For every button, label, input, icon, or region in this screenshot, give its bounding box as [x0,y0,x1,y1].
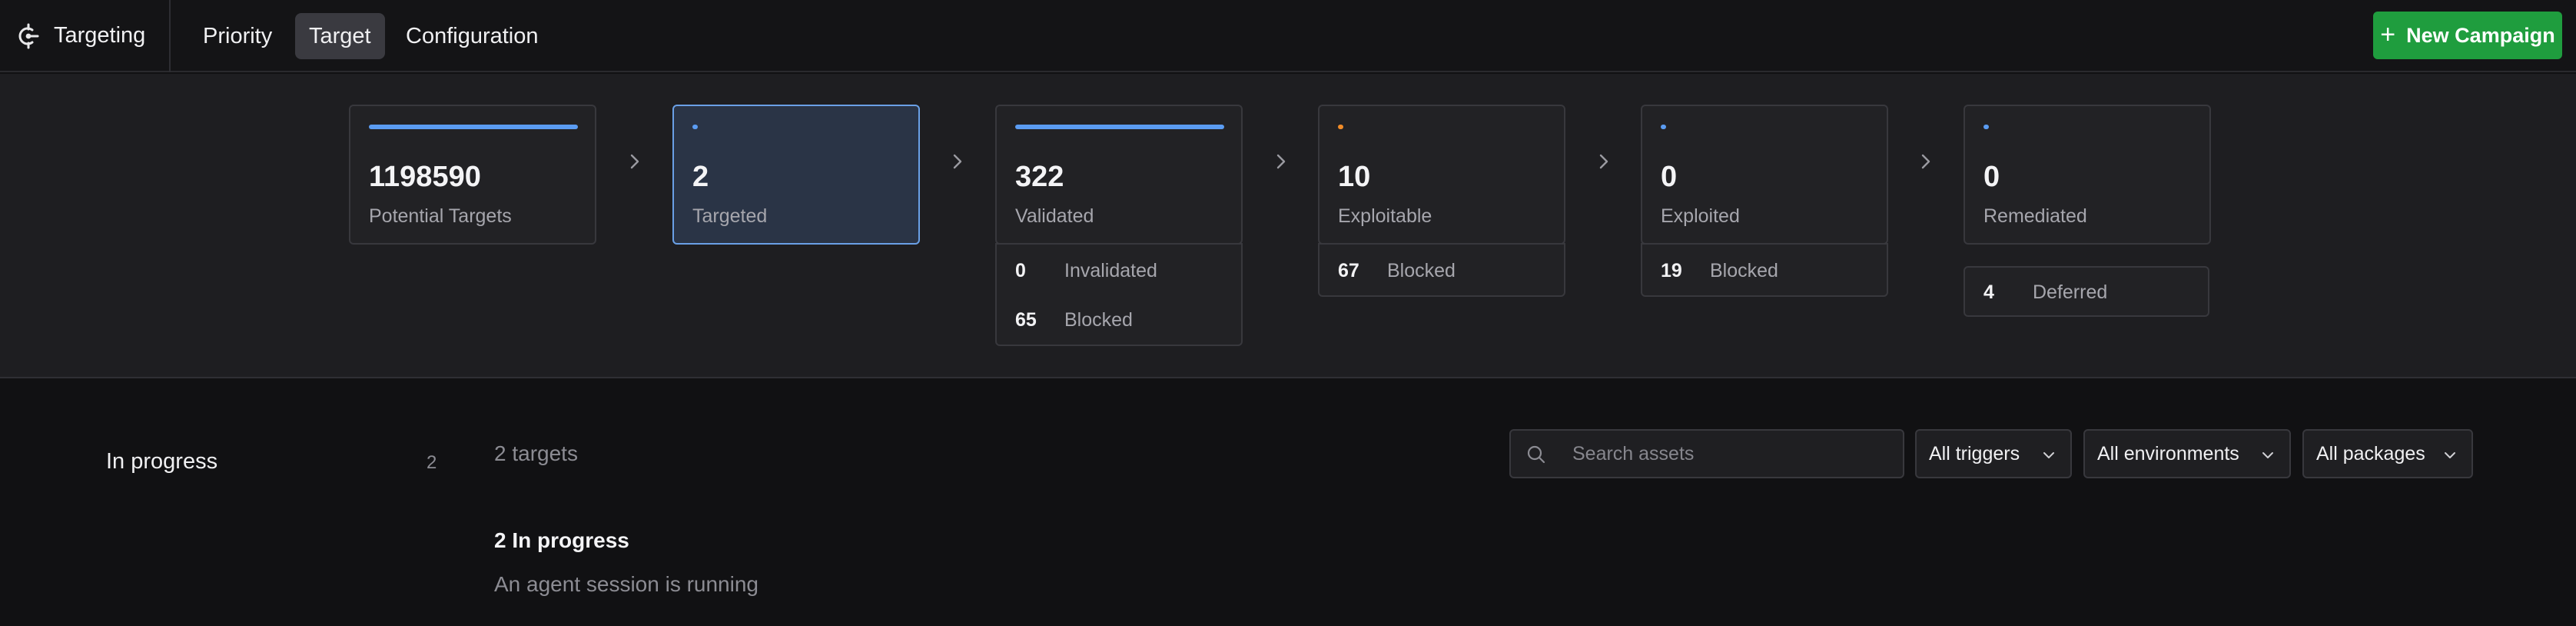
stage-card-validated[interactable]: 322 Validated [995,105,1243,245]
funnel-panel: 1198590 Potential Targets 2 Targeted 322… [0,74,2576,378]
group-title: 2 In progress [494,528,629,552]
stage-progress-bar [1983,125,1989,129]
targeting-logo-icon [18,23,39,49]
search-input[interactable] [1572,438,1887,469]
remediated-breakdown: 4 Deferred [1964,266,2209,317]
sub-count: 19 [1661,259,1682,281]
stage-label: Exploitable [1338,205,1432,227]
targets-count: 2 targets [494,441,578,465]
stage-value: 2 [692,161,709,193]
exploitable-breakdown: 67 Blocked [1318,243,1565,297]
deferred-row[interactable]: 4 Deferred [1983,280,2107,305]
stage-label: Potential Targets [369,205,512,227]
sub-label: Blocked [1387,259,1456,281]
exploited-breakdown: 19 Blocked [1641,243,1888,297]
new-campaign-label: New Campaign [2406,23,2555,47]
plus-icon: + [2380,19,2396,49]
stage-label: Targeted [692,205,768,227]
search-icon [1527,445,1545,464]
blocked-row[interactable]: 65 Blocked [1015,308,1133,332]
stage-card-potential-targets[interactable]: 1198590 Potential Targets [349,105,596,245]
sidebar-item-count: 2 [427,452,437,473]
sub-count: 67 [1338,259,1359,281]
stage-progress-bar [1338,125,1343,129]
triggers-filter-dropdown[interactable]: All triggers [1915,429,2072,478]
stage-value: 322 [1015,161,1064,193]
chevron-right-icon [630,154,639,169]
stage-card-exploited[interactable]: 0 Exploited [1641,105,1888,245]
environments-filter-dropdown[interactable]: All environments [2083,429,2291,478]
search-box [1509,429,1904,478]
validated-breakdown: 0 Invalidated 65 Blocked [995,243,1243,346]
stage-progress-bar [1661,125,1666,129]
dropdown-value: All packages [2316,442,2425,465]
chevron-down-icon [2043,452,2054,458]
sub-count: 0 [1015,259,1026,281]
chevron-right-icon [953,154,962,169]
stage-card-exploitable[interactable]: 10 Exploitable [1318,105,1565,245]
tab-priority[interactable]: Priority [189,13,286,59]
dropdown-value: All environments [2097,442,2239,465]
stage-value: 10 [1338,161,1371,193]
blocked-row[interactable]: 67 Blocked [1338,258,1456,283]
stage-label: Exploited [1661,205,1740,227]
sub-label: Blocked [1710,259,1778,281]
stage-value: 1198590 [369,161,481,193]
top-bar: Targeting Priority Target Configuration … [0,0,2576,72]
new-campaign-button[interactable]: + New Campaign [2373,12,2562,59]
app-brand[interactable]: Targeting [0,0,171,72]
stage-card-remediated[interactable]: 0 Remediated [1964,105,2211,245]
sub-label: Blocked [1064,308,1133,331]
stage-card-targeted[interactable]: 2 Targeted [672,105,920,245]
packages-filter-dropdown[interactable]: All packages [2302,429,2473,478]
dropdown-value: All triggers [1929,442,2020,465]
chevron-right-icon [1921,154,1930,169]
sub-count: 4 [1983,281,1994,303]
stage-progress-bar [692,125,698,129]
app-title: Targeting [54,23,146,48]
chevron-down-icon [2262,452,2273,458]
blocked-row[interactable]: 19 Blocked [1661,258,1778,283]
sidebar-item-in-progress[interactable]: In progress [106,449,217,474]
chevron-right-icon [1599,154,1608,169]
stage-progress-bar [369,125,578,129]
tab-configuration[interactable]: Configuration [392,13,553,59]
invalidated-row[interactable]: 0 Invalidated [1015,258,1157,283]
sub-count: 65 [1015,308,1037,331]
sub-label: Invalidated [1064,259,1157,281]
chevron-right-icon [1276,154,1286,169]
stage-value: 0 [1661,161,1678,193]
sub-label: Deferred [2033,281,2108,303]
stage-label: Remediated [1983,205,2087,227]
tab-target[interactable]: Target [295,13,385,59]
stage-label: Validated [1015,205,1094,227]
group-description: An agent session is running [494,572,759,596]
stage-value: 0 [1983,161,2000,193]
chevron-down-icon [2445,452,2455,458]
stage-progress-bar [1015,125,1224,129]
